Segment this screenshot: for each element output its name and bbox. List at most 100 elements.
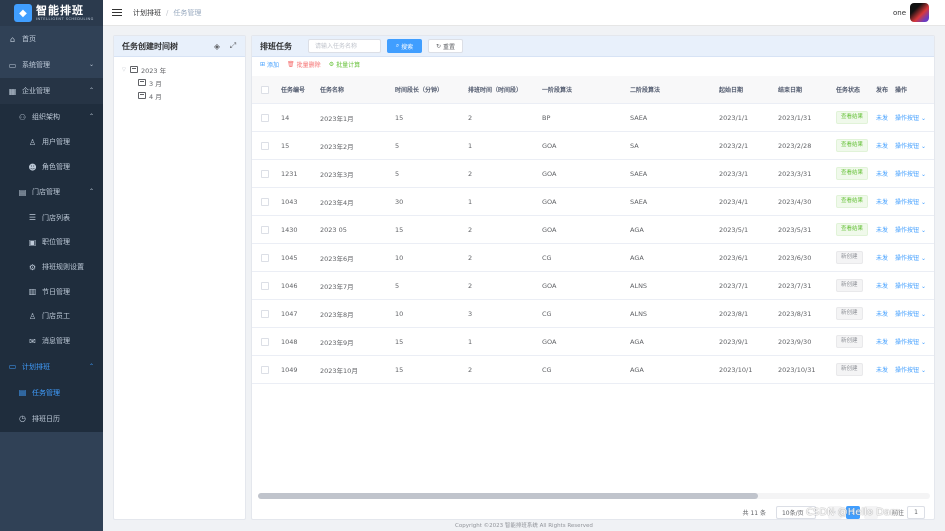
reset-button[interactable]: ↻ 重置 (428, 39, 463, 53)
batch-calc-button[interactable]: ⚙ 批量计算 (329, 60, 360, 69)
row-checkbox[interactable] (261, 141, 269, 150)
user-menu[interactable]: one (893, 3, 929, 22)
operations-dropdown[interactable]: 操作按钮 ⌄ (895, 115, 926, 122)
publish-link[interactable]: 未发 (876, 311, 888, 318)
publish-link[interactable]: 未发 (876, 367, 888, 374)
publish-link[interactable]: 未发 (876, 255, 888, 262)
layers-icon[interactable]: ◈ (212, 41, 222, 51)
operations-dropdown[interactable]: 操作按钮 ⌄ (895, 227, 926, 234)
sidebar-item-rule[interactable]: ⚙ 排班规则设置 (0, 254, 103, 280)
operations-label: 操作按钮 (895, 339, 920, 346)
message-icon: ✉ (29, 336, 36, 346)
table-row[interactable]: 1430 2023 05 15 2 GOA AGA 2023/5/1 2023/5/31 查看结… (252, 216, 934, 244)
page-size-value: 10条/页 (781, 509, 804, 517)
horizontal-scrollbar[interactable] (258, 493, 930, 499)
status-tag[interactable]: 查看结果 (836, 195, 869, 208)
table-row[interactable]: 1047 2023年8月 10 3 CG ALNS 2023/8/1 2023/8/31 新创建… (252, 300, 934, 328)
sidebar-item-team[interactable]: ⚇ 组织架构 ⌃ (0, 104, 103, 130)
operations-dropdown[interactable]: 操作按钮 ⌄ (895, 367, 926, 374)
table-row[interactable]: 1043 2023年4月 30 1 GOA SAEA 2023/4/1 2023/4/30 查看… (252, 188, 934, 216)
caret-down-icon[interactable]: ▽ (122, 67, 130, 73)
status-tag[interactable]: 新创建 (836, 363, 863, 376)
sidebar-item-building[interactable]: ▦ 企业管理 ⌃ (0, 78, 103, 104)
tree-node-month[interactable]: 3 月 (122, 76, 245, 89)
row-checkbox[interactable] (261, 197, 269, 206)
sidebar-item-message[interactable]: ✉ 消息管理 (0, 328, 103, 354)
status-tag[interactable]: 新创建 (836, 279, 863, 292)
task-icon: ▤ (18, 388, 27, 397)
batch-delete-button[interactable]: 🗑 批量删除 (287, 60, 321, 69)
cell-algo1: GOA (542, 197, 557, 206)
table-row[interactable]: 1049 2023年10月 15 2 CG AGA 2023/10/1 2023/10/31 新… (252, 356, 934, 384)
add-button[interactable]: ⊞ 添加 (260, 60, 279, 69)
publish-link[interactable]: 未发 (876, 143, 888, 150)
table-row[interactable]: 1231 2023年3月 5 2 GOA SAEA 2023/3/1 2023/3/31 查看结… (252, 160, 934, 188)
table-row[interactable]: 15 2023年2月 5 1 GOA SA 2023/2/1 2023/2/28 查看结果 未发操… (252, 132, 934, 160)
sidebar-item-label: 节日管理 (42, 287, 70, 296)
operations-dropdown[interactable]: 操作按钮 ⌄ (895, 255, 926, 262)
row-checkbox[interactable] (261, 253, 269, 262)
status-tag[interactable]: 查看结果 (836, 111, 869, 124)
col-header-end: 结束日期 (778, 87, 803, 94)
table-row[interactable]: 1048 2023年9月 15 1 GOA AGA 2023/9/1 2023/9/30 新创建… (252, 328, 934, 356)
sidebar-item-user[interactable]: ♙ 用户管理 (0, 130, 103, 155)
publish-link[interactable]: 未发 (876, 283, 888, 290)
row-checkbox[interactable] (261, 169, 269, 178)
publish-link[interactable]: 未发 (876, 339, 888, 346)
scrollbar-thumb[interactable] (258, 493, 758, 499)
operations-dropdown[interactable]: 操作按钮 ⌄ (895, 199, 926, 206)
status-tag[interactable]: 新创建 (836, 251, 863, 264)
hamburger-icon[interactable] (112, 8, 122, 17)
table-row[interactable]: 1045 2023年6月 10 2 CG AGA 2023/6/1 2023/6/30 新创建 未… (252, 244, 934, 272)
tree-node-label: 4 月 (149, 92, 162, 101)
tree-node-month[interactable]: 4 月 (122, 89, 245, 102)
sidebar-item-position[interactable]: ▣ 职位管理 (0, 230, 103, 255)
operations-dropdown[interactable]: 操作按钮 ⌄ (895, 283, 926, 290)
publish-link[interactable]: 未发 (876, 115, 888, 122)
row-checkbox[interactable] (261, 365, 269, 374)
row-checkbox[interactable] (261, 337, 269, 346)
tree-panel-title: 任务创建时间树 (122, 41, 178, 51)
status-tag[interactable]: 新创建 (836, 335, 863, 348)
search-button[interactable]: ⌕ 搜索 (387, 39, 422, 53)
operations-dropdown[interactable]: 操作按钮 ⌄ (895, 311, 926, 318)
publish-link[interactable]: 未发 (876, 199, 888, 206)
sidebar-item-holiday[interactable]: ▥ 节日管理 (0, 279, 103, 305)
cell-end: 2023/9/30 (778, 337, 812, 346)
sidebar-item-list[interactable]: ☰ 门店列表 (0, 205, 103, 231)
status-tag[interactable]: 新创建 (836, 307, 863, 320)
publish-link[interactable]: 未发 (876, 227, 888, 234)
sidebar-item-home[interactable]: ⌂ 首页 (0, 26, 103, 52)
breadcrumb-item-plan[interactable]: 计划排班 (133, 8, 161, 18)
cell-slot: 5 (395, 169, 400, 178)
search-input[interactable] (308, 39, 381, 53)
sidebar-item-monitor[interactable]: ▭ 系统管理 ⌄ (0, 52, 103, 78)
status-tag[interactable]: 查看结果 (836, 167, 869, 180)
logo[interactable]: ◆ 智能排班 INTELLIGENT SCHEDULING (0, 0, 103, 26)
sidebar-item-store[interactable]: ▤ 门店管理 ⌃ (0, 179, 103, 206)
sidebar-item-staff[interactable]: ♙ 门店员工 (0, 304, 103, 329)
table-row[interactable]: 1046 2023年7月 5 2 GOA ALNS 2023/7/1 2023/7/31 新创建… (252, 272, 934, 300)
row-checkbox[interactable] (261, 225, 269, 234)
row-checkbox[interactable] (261, 281, 269, 290)
avatar[interactable] (910, 3, 929, 22)
row-checkbox[interactable] (261, 309, 269, 318)
status-tag[interactable]: 查看结果 (836, 139, 869, 152)
breadcrumb-item-task: 任务管理 (173, 8, 202, 17)
operations-dropdown[interactable]: 操作按钮 ⌄ (895, 143, 926, 150)
operations-dropdown[interactable]: 操作按钮 ⌄ (895, 339, 926, 346)
status-tag[interactable]: 查看结果 (836, 223, 869, 236)
row-checkbox[interactable] (261, 113, 269, 122)
select-all-checkbox[interactable] (261, 85, 269, 94)
operations-dropdown[interactable]: 操作按钮 ⌄ (895, 171, 926, 178)
table-row[interactable]: 14 2023年1月 15 2 BP SAEA 2023/1/1 2023/1/31 查看结果未… (252, 104, 934, 132)
tree-node-year[interactable]: ▽ 2023 年 (122, 63, 245, 76)
sidebar-item-role[interactable]: ☻ 角色管理 (0, 154, 103, 180)
col-header-algo2: 二阶段算法 (630, 87, 661, 94)
expand-icon[interactable]: ⤢ (228, 41, 238, 51)
goto-page-input[interactable]: 1 (907, 505, 925, 519)
sidebar-item-calendar[interactable]: ◷ 排班日历 (0, 405, 103, 432)
sidebar-item-plan[interactable]: ▭ 计划排班 ⌃ (0, 353, 103, 380)
sidebar-item-task[interactable]: ▤ 任务管理 (0, 379, 103, 406)
publish-link[interactable]: 未发 (876, 171, 888, 178)
